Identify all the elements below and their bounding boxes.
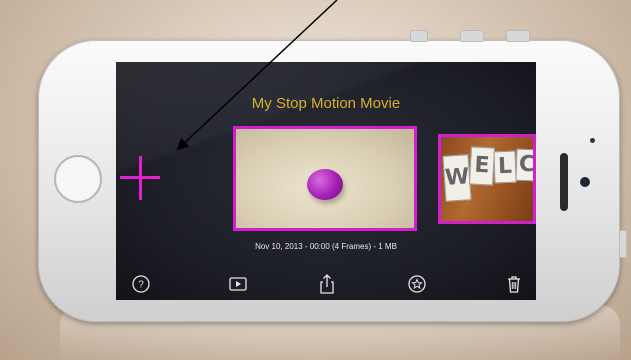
annotation-arrow bbox=[176, 0, 338, 151]
